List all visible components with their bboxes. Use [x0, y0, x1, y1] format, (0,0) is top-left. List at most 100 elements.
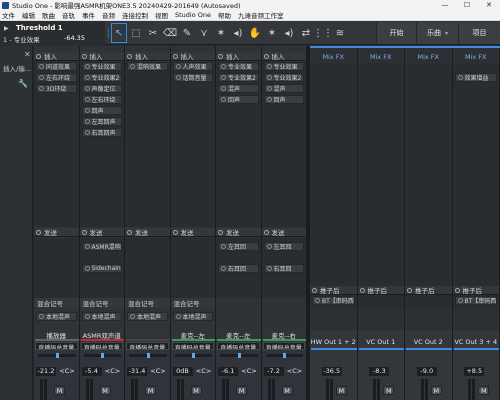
power-icon[interactable] [127, 53, 132, 59]
power-icon[interactable] [221, 244, 226, 249]
power-icon[interactable] [127, 229, 132, 235]
insert-slot[interactable]: 混声 [218, 84, 259, 93]
pan-slider[interactable] [174, 353, 212, 358]
power-icon[interactable] [39, 86, 44, 91]
volume-value[interactable]: +8.5 [464, 367, 485, 376]
send-header[interactable]: 发送 [170, 228, 215, 237]
pencil-tool-icon[interactable]: ✎ [179, 23, 195, 43]
pan-slider[interactable] [38, 353, 76, 358]
output-name[interactable]: HW Out 1 + 2 [310, 338, 357, 347]
mixfx-insert-area[interactable] [310, 63, 357, 308]
power-icon[interactable] [81, 53, 87, 59]
post-fader-header[interactable]: 推子后 [310, 286, 357, 295]
output-select[interactable]: 直播码总音量 [262, 342, 305, 350]
close-button[interactable]: ✕ [478, 1, 500, 9]
insert-slot[interactable]: 专业效果2 [218, 73, 259, 82]
eraser-tool-icon[interactable]: ⌫ [162, 23, 178, 43]
power-icon[interactable] [84, 64, 90, 69]
power-icon[interactable] [221, 64, 226, 69]
split-tool-icon[interactable]: ✂ [145, 23, 161, 43]
pan-slider[interactable] [220, 353, 258, 358]
insert-slot[interactable]: 同道效果 [36, 62, 77, 71]
insert-header[interactable]: 插入 [261, 52, 306, 61]
insert-slot[interactable]: 左右环绕 [81, 95, 122, 104]
mixfx-label[interactable]: Mix FX [405, 53, 452, 62]
power-icon[interactable] [130, 64, 135, 69]
close-panel-icon[interactable]: ✕ [24, 50, 31, 59]
recall-slot[interactable]: 本地混声 [172, 312, 213, 321]
power-icon[interactable] [221, 97, 226, 102]
volume-value[interactable]: -7.2 [263, 367, 284, 376]
menu-audio[interactable]: 音频 [102, 10, 115, 20]
pan-knob[interactable] [146, 353, 150, 358]
tab-project[interactable]: 项目 [458, 22, 500, 44]
pan-value[interactable]: <C> [286, 367, 304, 376]
speaker-tool-icon[interactable]: ◂) [230, 23, 246, 43]
power-icon[interactable] [312, 287, 317, 293]
output-select[interactable]: 直播码总音量 [171, 342, 214, 350]
insert-slot[interactable]: 左右环绕 [36, 73, 77, 82]
channel-name[interactable]: ASMR双声道 [80, 330, 125, 339]
insert-slot[interactable]: 3D环绕 [36, 84, 77, 93]
post-fader-slot[interactable]: BT【串码西... [312, 296, 355, 305]
volume-value[interactable]: -31.4 [127, 367, 147, 376]
output-select[interactable]: 直播码总音量 [126, 342, 169, 350]
send-slot[interactable]: 左耳回 [263, 242, 304, 251]
insert-slot[interactable]: 回声 [81, 106, 122, 115]
power-icon[interactable] [457, 298, 463, 303]
send-slot[interactable]: 右耳回 [218, 264, 259, 273]
power-icon[interactable] [39, 64, 44, 69]
mute-button[interactable]: M [145, 386, 156, 395]
menu-studio-one[interactable]: Studio One [175, 11, 211, 19]
send-header[interactable]: 发送 [34, 228, 79, 237]
recall-slot[interactable]: 本地混声 [36, 312, 77, 321]
post-fader-header[interactable]: 推子后 [357, 286, 404, 295]
insert-slot[interactable]: 混响效果 [127, 62, 168, 71]
mixfx-insert-area[interactable] [357, 63, 404, 308]
power-icon[interactable] [172, 229, 178, 235]
pan-value[interactable]: <C> [58, 367, 76, 376]
power-icon[interactable] [407, 287, 412, 293]
power-icon[interactable] [130, 314, 135, 319]
output-name[interactable]: VC Out 1 [358, 338, 405, 347]
pan-slider[interactable] [83, 353, 121, 358]
power-icon[interactable] [359, 287, 365, 293]
channel-name[interactable]: 麦克--右 [262, 330, 307, 339]
power-icon[interactable] [84, 130, 90, 135]
power-icon[interactable] [266, 97, 272, 102]
recall-slot[interactable]: 本地混声 [127, 312, 168, 321]
post-fader-header[interactable]: 推子后 [452, 286, 499, 295]
power-icon[interactable] [263, 53, 269, 59]
pan-knob[interactable] [55, 353, 59, 358]
menu-view[interactable]: 视图 [155, 10, 168, 20]
mute-button[interactable]: M [478, 386, 490, 395]
power-icon[interactable] [84, 75, 90, 80]
hand-tool-icon[interactable]: ✋ [247, 23, 263, 43]
mixfx-insert-area[interactable] [452, 63, 499, 308]
tab-start[interactable]: 开始 [376, 22, 416, 44]
insert-slot[interactable]: 专业效果 [218, 62, 259, 71]
power-icon[interactable] [36, 229, 41, 235]
recall-slot[interactable]: 本地混声 [81, 312, 122, 321]
insert-slot[interactable]: 右耳回声 [81, 128, 122, 137]
minimize-button[interactable]: — [434, 1, 456, 9]
recall-row[interactable]: 混合记号 [34, 298, 79, 308]
power-icon[interactable] [175, 64, 181, 69]
volume-value[interactable]: -8.3 [369, 367, 390, 376]
menu-track[interactable]: 音轨 [62, 10, 75, 20]
power-icon[interactable] [84, 314, 90, 319]
send-slot[interactable]: 左耳回 [218, 242, 259, 251]
power-icon[interactable] [81, 229, 87, 235]
pan-slider[interactable] [129, 353, 167, 358]
bend-tool-icon[interactable]: ⋎ [196, 23, 212, 43]
mixfx-insert-area[interactable] [405, 63, 452, 308]
power-icon[interactable] [263, 229, 269, 235]
power-icon[interactable] [84, 244, 90, 249]
grid-tool-icon[interactable]: ⋮⋮ [313, 23, 333, 43]
output-name[interactable]: VC Out 2 [405, 338, 452, 347]
channel-name[interactable]: 播放器 [34, 330, 79, 339]
mute-button[interactable]: M [190, 386, 202, 395]
power-icon[interactable] [266, 266, 272, 271]
output-name[interactable]: VC Out 3 + 4 [453, 338, 500, 347]
insert-slot[interactable]: 效果增益 [454, 73, 497, 82]
